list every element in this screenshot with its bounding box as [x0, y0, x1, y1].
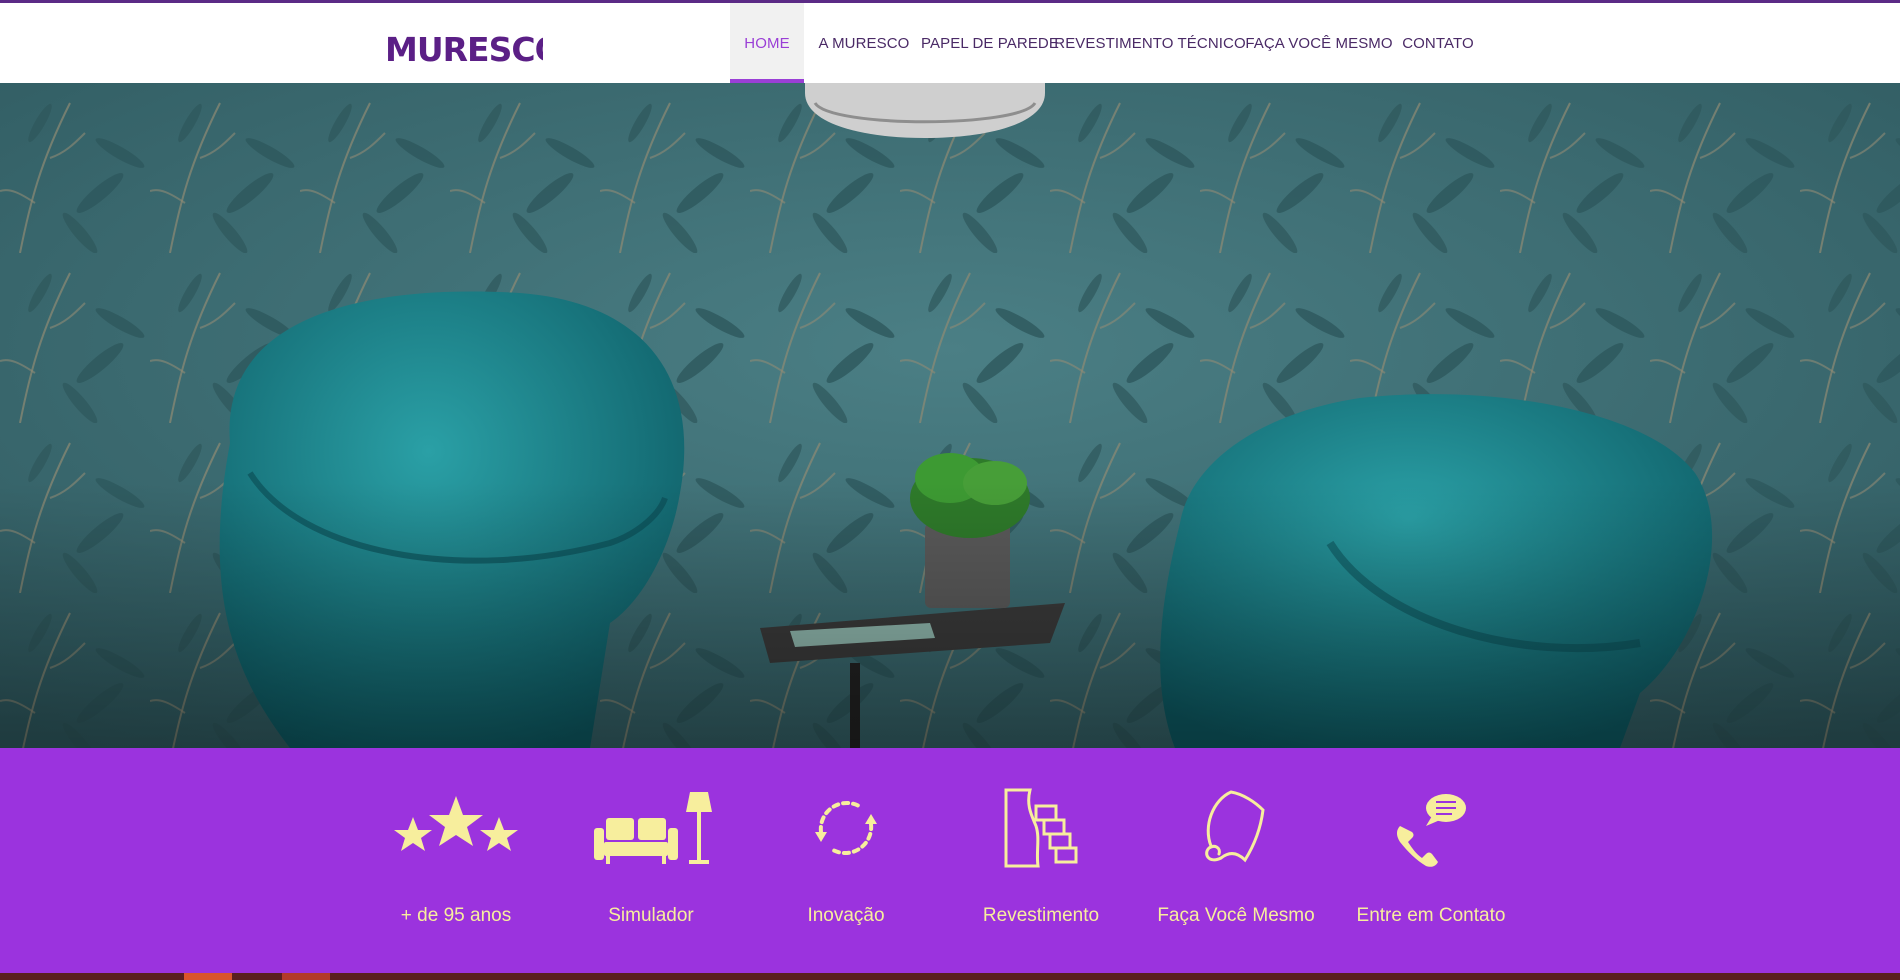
- features-band: + de 95 anos Simulador Inovação Revestim…: [0, 748, 1900, 980]
- feature-revestimento[interactable]: Revestimento: [961, 780, 1121, 960]
- site-header: MURESCO HOME A MURESCO PAPEL DE PAREDE R…: [0, 3, 1900, 83]
- nav-item-papel-de-parede[interactable]: PAPEL DE PAREDE: [921, 3, 1059, 83]
- feature-95-anos[interactable]: + de 95 anos: [376, 780, 536, 960]
- sofa-lamp-icon: [571, 780, 731, 875]
- refresh-cycle-icon: [766, 780, 926, 875]
- stars-icon: [376, 780, 536, 875]
- bottom-strip: [0, 973, 1900, 980]
- feature-label: Faça Você Mesmo: [1157, 905, 1315, 926]
- nav-item-faca-voce-mesmo[interactable]: FAÇA VOCÊ MESMO: [1244, 3, 1394, 83]
- feature-label: Entre em Contato: [1356, 905, 1506, 926]
- wall-bricks-icon: [961, 780, 1121, 875]
- feature-label: Inovação: [807, 905, 885, 926]
- brand-logo[interactable]: MURESCO: [383, 23, 543, 71]
- feature-entre-em-contato[interactable]: Entre em Contato: [1351, 780, 1511, 960]
- phone-chat-icon: [1351, 780, 1511, 875]
- logo-text: MURESCO: [385, 30, 543, 69]
- feature-simulador[interactable]: Simulador: [571, 780, 731, 960]
- nav-item-home[interactable]: HOME: [730, 3, 804, 83]
- nav-item-a-muresco[interactable]: A MURESCO: [808, 3, 920, 83]
- hero-image: [0, 83, 1900, 748]
- nav-item-contato[interactable]: CONTATO: [1398, 3, 1478, 83]
- nav-item-revestimento-tecnico[interactable]: REVESTIMENTO TÉCNICO: [1054, 3, 1245, 83]
- strip-segment: [282, 973, 330, 980]
- main-nav: HOME A MURESCO PAPEL DE PAREDE REVESTIME…: [730, 3, 1478, 83]
- muresco-logo-icon: MURESCO: [385, 30, 543, 69]
- feature-inovacao[interactable]: Inovação: [766, 780, 926, 960]
- feature-label: Simulador: [608, 905, 694, 926]
- hero-banner[interactable]: [0, 83, 1900, 748]
- feature-faca-voce-mesmo[interactable]: Faça Você Mesmo: [1156, 780, 1316, 960]
- feature-label: + de 95 anos: [400, 905, 512, 926]
- wallpaper-roll-icon: [1156, 780, 1316, 875]
- strip-segment: [184, 973, 232, 980]
- feature-label: Revestimento: [982, 905, 1100, 926]
